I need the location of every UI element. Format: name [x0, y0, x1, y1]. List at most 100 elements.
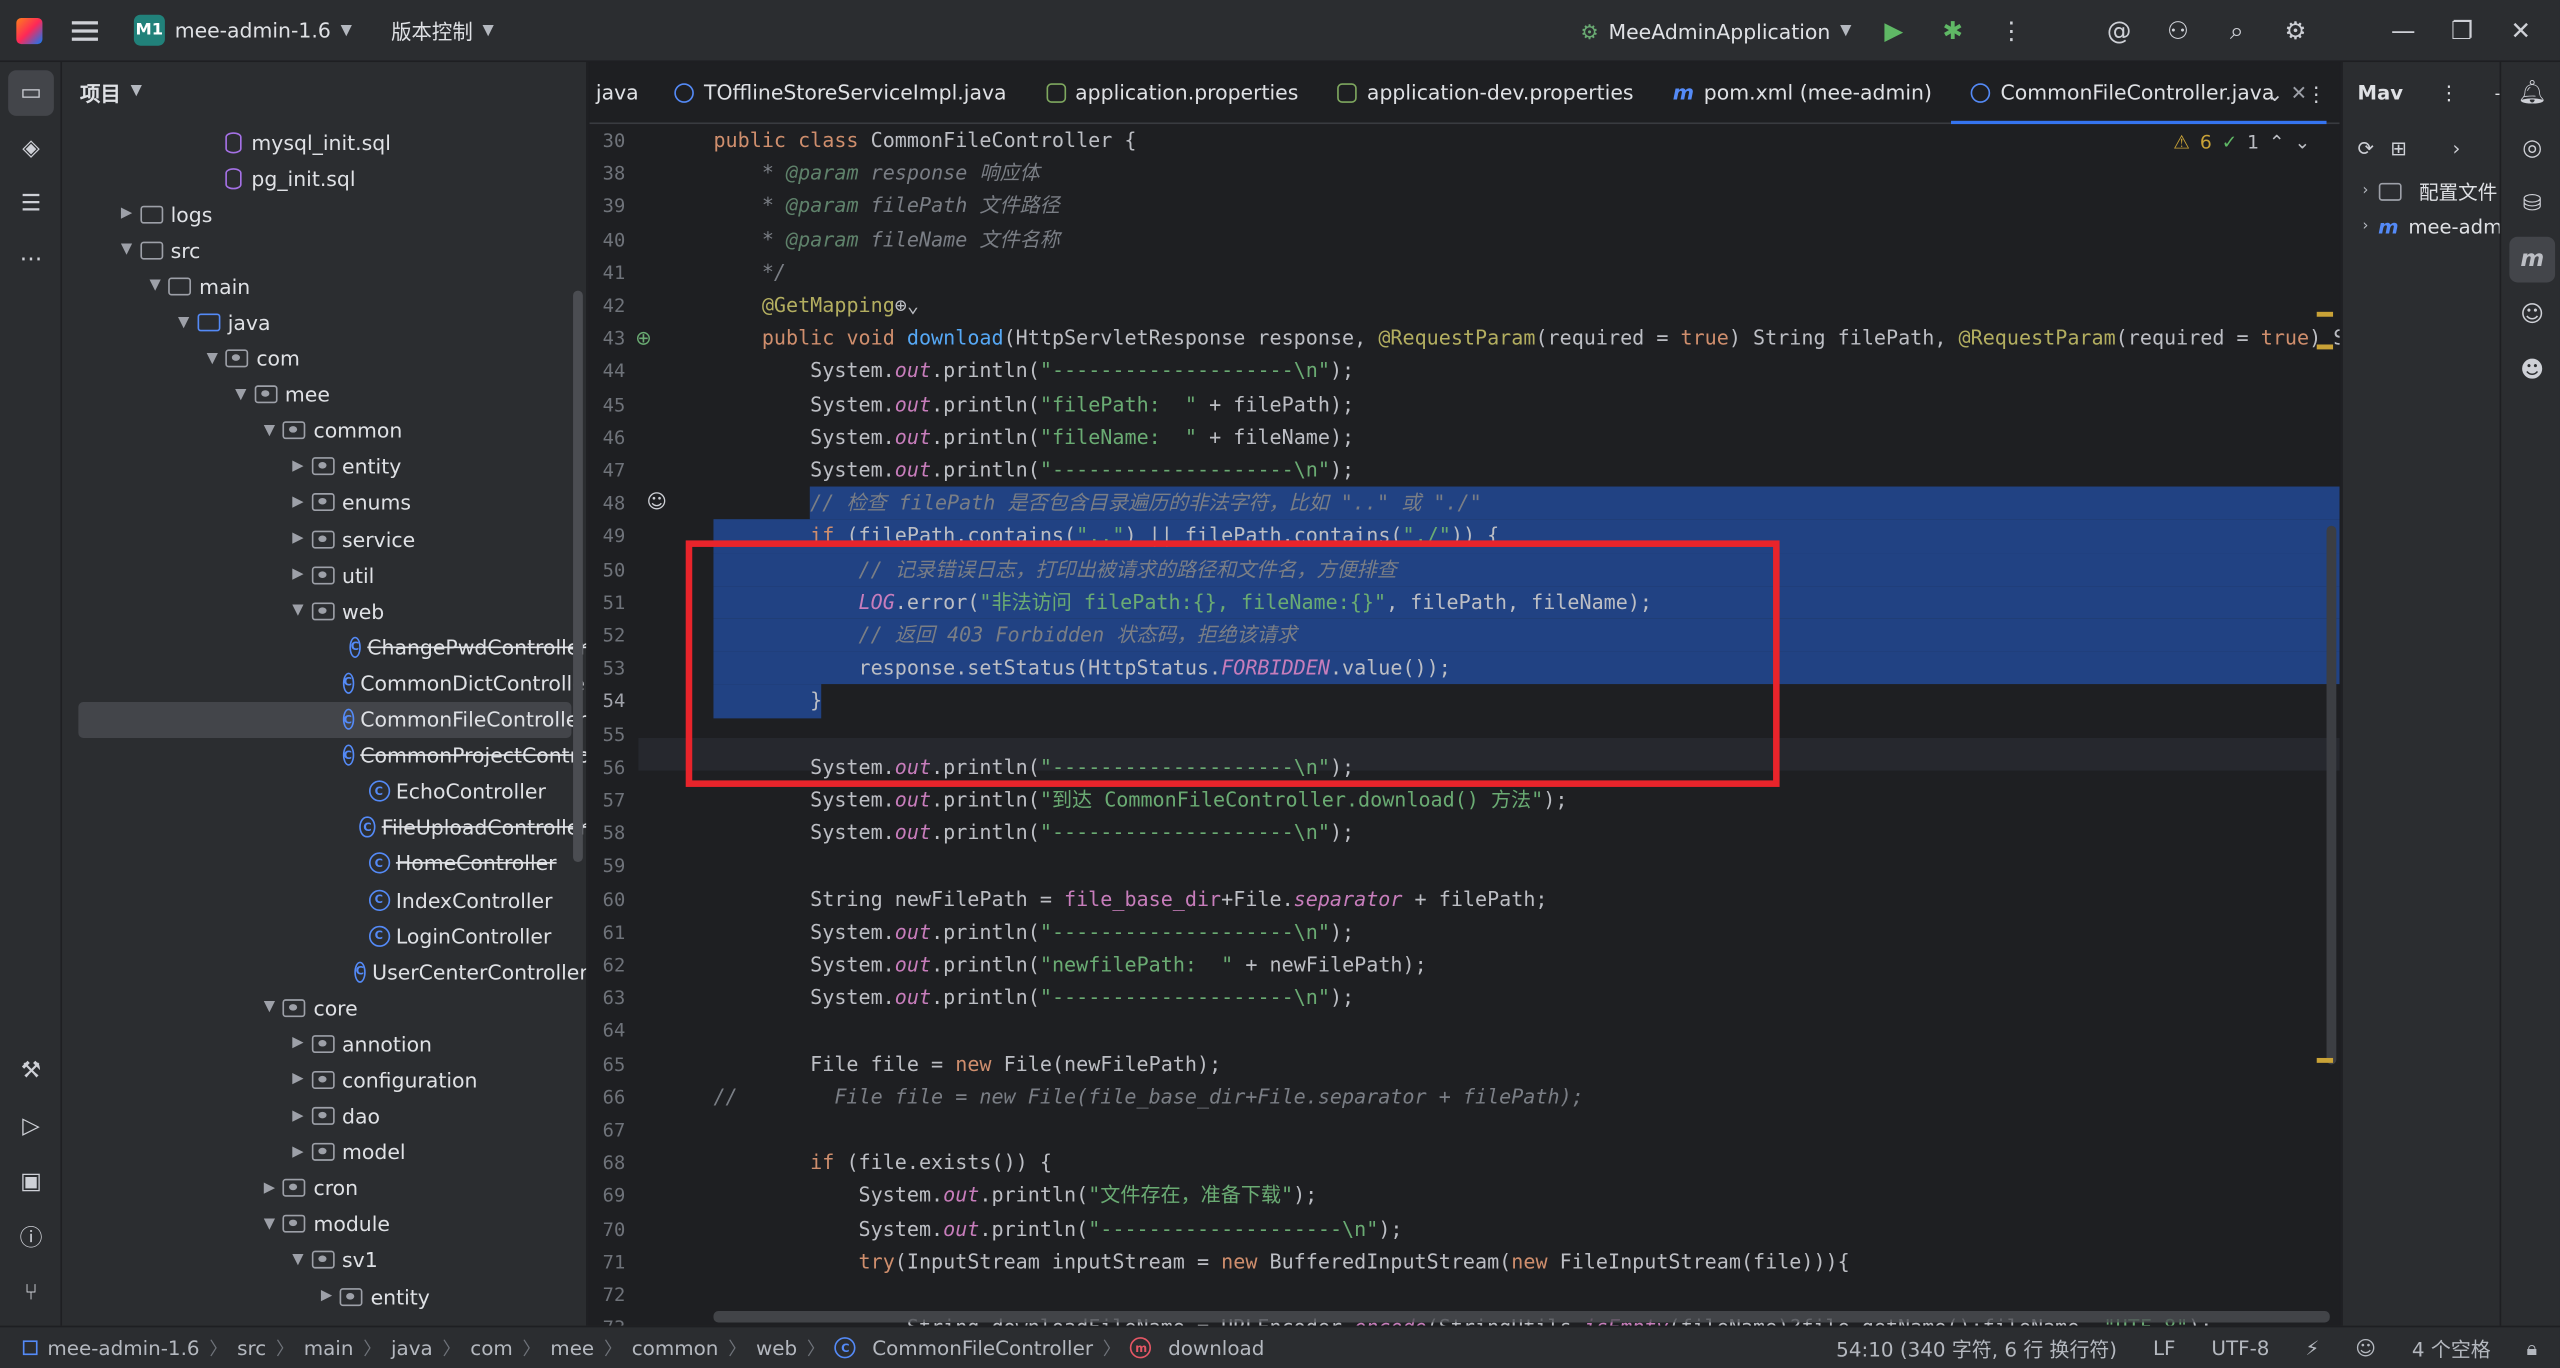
chevron-right-icon[interactable]: ▶	[285, 567, 311, 583]
tree-item[interactable]: ▼ src	[62, 232, 586, 268]
tab-list-icon[interactable]: ⌄	[2266, 81, 2283, 105]
code-line[interactable]: 44 System.out.println("-----------------…	[589, 355, 2339, 388]
code-line[interactable]: 70 System.out.println("-----------------…	[589, 1212, 2339, 1245]
code-line[interactable]: 69 System.out.println("文件存在，准备下载");	[589, 1179, 2339, 1212]
structure-tool-icon[interactable]: ☰	[8, 181, 54, 227]
debug-icon[interactable]: ✱	[1923, 0, 1982, 62]
tree-item[interactable]: mysql_init.sql	[62, 124, 586, 160]
maven-tool-icon[interactable]: m	[2509, 236, 2556, 283]
code-line[interactable]: 45 System.out.println("filePath: " + fil…	[589, 388, 2339, 421]
chevron-up-icon[interactable]: ⌃	[2269, 131, 2285, 154]
lock-icon[interactable]: 🔒︎	[2527, 1336, 2538, 1360]
editor-tab[interactable]: java	[589, 62, 655, 123]
tree-item[interactable]: ▼ mee	[62, 377, 586, 413]
add-maven-project-icon[interactable]: ⊞	[2390, 137, 2406, 160]
code-line[interactable]: 71 try(InputStream inputStream = new Buf…	[589, 1245, 2339, 1278]
git-tool-icon[interactable]: ⑂	[8, 1270, 54, 1316]
database-icon[interactable]: ⛁	[2509, 181, 2555, 227]
chevron-down-icon[interactable]: ▼	[171, 314, 197, 330]
inspection-widget[interactable]: ⚠ 6 ✓ 1 ⌃ ⌄	[2173, 131, 2310, 154]
file-encoding[interactable]: UTF-8	[2211, 1337, 2269, 1360]
run-config-selector[interactable]: ⚙ MeeAdminApplication ▼	[1567, 8, 1864, 54]
chevron-right-icon[interactable]: ▶	[285, 495, 311, 511]
editor-tab[interactable]: m pom.xml (mee-admin)	[1653, 62, 1951, 123]
code-line[interactable]: 58 System.out.println("-----------------…	[589, 817, 2339, 850]
chevron-down-icon[interactable]: ▼	[285, 603, 311, 619]
tree-item[interactable]: C CommonDictController	[62, 665, 586, 701]
warning-marker[interactable]	[2316, 1057, 2334, 1063]
indent-setting[interactable]: 4 个空格	[2412, 1334, 2491, 1363]
tree-item[interactable]: C UserCenterController	[62, 954, 586, 990]
project-tool-icon[interactable]: ▭	[8, 70, 54, 116]
code-line[interactable]: 47 System.out.println("-----------------…	[589, 454, 2339, 487]
tree-item[interactable]: ▼ java	[62, 304, 586, 340]
more-tools-icon[interactable]: ⋯	[8, 237, 54, 283]
tree-item[interactable]: C CommonFileController	[78, 701, 586, 738]
tree-item[interactable]: ▶ cron	[62, 1170, 586, 1206]
tree-item[interactable]: ▼ web	[62, 593, 586, 629]
code-line[interactable]: 39 * @param filePath 文件路径	[589, 190, 2339, 223]
tree-item[interactable]: ▼ common	[62, 413, 586, 449]
line-separator[interactable]: LF	[2153, 1337, 2176, 1360]
tree-item[interactable]: ▶ entity	[62, 1278, 586, 1314]
code-line[interactable]: 46 System.out.println("fileName: " + fil…	[589, 421, 2339, 454]
tree-item[interactable]: ▼ sv1	[62, 1242, 586, 1278]
ai-chat-icon[interactable]: ◎	[2509, 126, 2555, 172]
breadcrumb-item[interactable]: com	[464, 1336, 520, 1359]
tree-item[interactable]: ▶ annotion	[62, 1026, 586, 1062]
assistant-icon[interactable]: ☻	[2509, 348, 2555, 394]
chevron-right-icon[interactable]: ▶	[285, 1072, 311, 1088]
breadcrumb-item[interactable]: common	[625, 1336, 725, 1359]
breadcrumb-item[interactable]: C CommonFileController	[828, 1336, 1099, 1359]
terminal-tool-icon[interactable]: ▣	[8, 1159, 54, 1205]
horizontal-scrollbar[interactable]	[713, 1311, 2330, 1323]
chevron-right-icon[interactable]: ▶	[313, 1288, 339, 1304]
reload-icon[interactable]: ⟳	[2358, 137, 2374, 160]
chevron-right-icon[interactable]: ▶	[285, 1144, 311, 1160]
maven-project-node[interactable]: › m mee-adm	[2343, 209, 2499, 245]
breadcrumb-item[interactable]: m download	[1124, 1336, 1271, 1359]
close-icon[interactable]: ✕	[2491, 0, 2550, 62]
settings-icon[interactable]: ⚙	[2266, 0, 2325, 62]
minimize-icon[interactable]: —	[2374, 0, 2433, 62]
editor-tab[interactable]: application.properties	[1026, 62, 1318, 123]
vcs-menu[interactable]: 版本控制 ▼	[378, 7, 507, 53]
chevron-down-icon[interactable]: ⌄	[2294, 131, 2310, 154]
code-view[interactable]: 30 public class CommonFileController {38 …	[589, 124, 2340, 1326]
tree-item[interactable]: ▶ service	[62, 521, 586, 557]
tree-item[interactable]: ▶ dao	[62, 1098, 586, 1134]
code-line[interactable]: 68 if (file.exists()) {	[589, 1146, 2339, 1179]
project-panel-header[interactable]: 项目 ▼	[62, 62, 586, 121]
code-line[interactable]: 65 File file = new File(newFilePath);	[589, 1047, 2339, 1080]
code-line[interactable]: 72	[589, 1278, 2339, 1311]
chevron-right-icon[interactable]: ▶	[285, 459, 311, 475]
breadcrumb-item[interactable]: src	[231, 1336, 273, 1359]
breadcrumb-item[interactable]: mee	[544, 1336, 601, 1359]
vcs-status-icon[interactable]: ⚡	[2305, 1337, 2319, 1360]
restore-icon[interactable]: ❐	[2433, 0, 2492, 62]
chevron-down-icon[interactable]: ▼	[228, 386, 254, 402]
tree-item[interactable]: ▶ entity	[62, 449, 586, 485]
code-line[interactable]: 57 System.out.println("到达 CommonFileCont…	[589, 784, 2339, 817]
tree-item[interactable]: ▶ util	[62, 557, 586, 593]
chevron-right-icon[interactable]: ▶	[113, 206, 139, 222]
tree-item[interactable]: C CommonProjectController	[62, 737, 586, 773]
code-line[interactable]: 59	[589, 850, 2339, 883]
code-line[interactable]: 62 System.out.println("newfilePath: " + …	[589, 949, 2339, 982]
breadcrumb-item[interactable]: java	[384, 1336, 439, 1359]
run-icon[interactable]: ▶	[1864, 0, 1923, 62]
tree-item[interactable]: ▼ main	[62, 268, 586, 304]
warning-marker[interactable]	[2316, 311, 2334, 317]
chevron-down-icon[interactable]: ▼	[199, 350, 225, 366]
copilot-icon[interactable]: ☺	[2509, 292, 2555, 338]
code-line[interactable]: 40 * @param fileName 文件名称	[589, 223, 2339, 256]
tree-item[interactable]: ▼ core	[62, 990, 586, 1026]
project-switcher[interactable]: M1 mee-admin-1.6 ▼	[121, 7, 365, 53]
search-icon[interactable]: ⌕	[2207, 0, 2266, 62]
code-line[interactable]: 63 System.out.println("-----------------…	[589, 982, 2339, 1015]
ai-assistant-icon[interactable]: @	[2090, 0, 2149, 62]
endpoint-gutter-icon[interactable]: ⊕	[635, 327, 651, 350]
code-line[interactable]: 30 public class CommonFileController {	[589, 124, 2339, 157]
problems-tool-icon[interactable]: ⓘ	[8, 1215, 54, 1261]
breadcrumb-item[interactable]: main	[297, 1336, 360, 1359]
